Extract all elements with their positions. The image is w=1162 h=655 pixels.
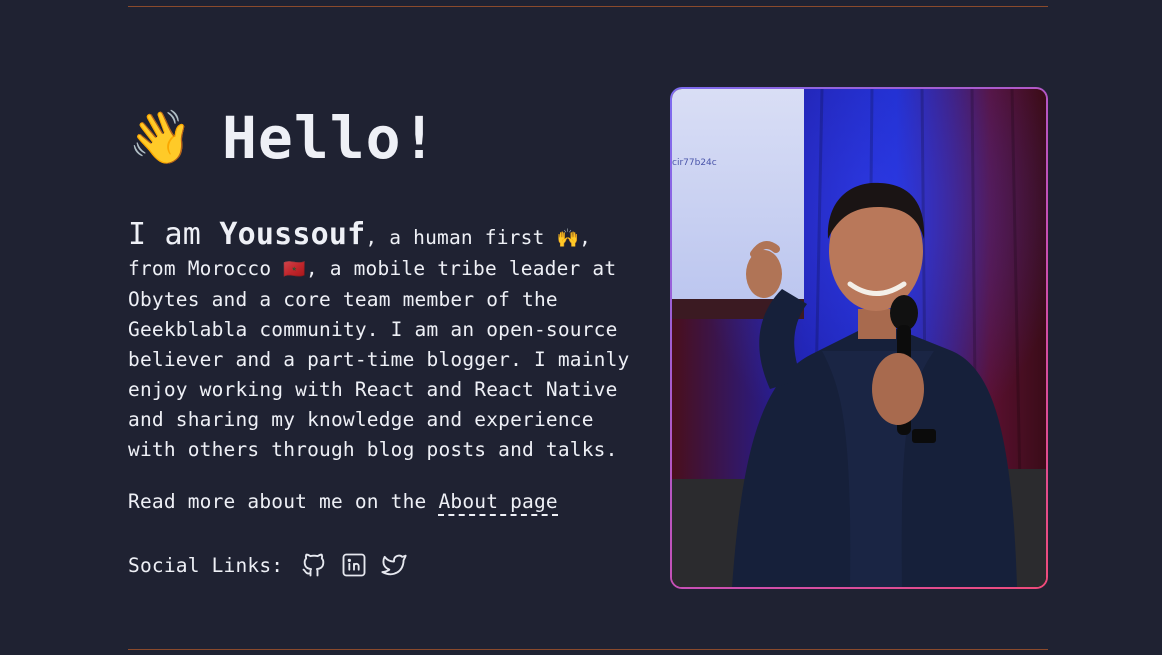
raising-hands-icon: 🙌 xyxy=(556,228,580,249)
bio-part-1: , a human first xyxy=(365,226,557,249)
twitter-icon[interactable] xyxy=(379,550,409,580)
read-more-line: Read more about me on the About page xyxy=(128,487,558,517)
morocco-flag-icon: 🇲🇦 xyxy=(283,259,306,280)
screen-text: cir77b24c xyxy=(672,158,717,168)
read-more-text: Read more about me on the xyxy=(128,490,439,513)
page: 👋 Hello! I am Youssouf, a human first 🙌,… xyxy=(0,0,1162,655)
profile-photo-frame: cir77b24c xyxy=(670,87,1048,589)
profile-photo: cir77b24c xyxy=(672,89,1046,587)
hello-heading: 👋 Hello! xyxy=(128,100,648,176)
bio-name: Youssouf xyxy=(219,217,366,252)
bio-part-3: , a mobile tribe leader at Obytes and a … xyxy=(128,257,630,461)
github-icon[interactable] xyxy=(299,550,329,580)
bio-paragraph: I am Youssouf, a human first 🙌, from Mor… xyxy=(128,220,648,465)
waving-hand-icon: 👋 xyxy=(128,108,193,168)
hello-title: Hello! xyxy=(222,104,438,172)
intro-section: 👋 Hello! I am Youssouf, a human first 🙌,… xyxy=(128,100,648,577)
linkedin-icon[interactable] xyxy=(339,550,369,580)
social-links-label: Social Links: xyxy=(128,553,284,577)
bottom-divider xyxy=(128,649,1048,650)
social-links: Social Links: xyxy=(128,550,409,580)
about-page-link[interactable]: About page xyxy=(438,490,558,516)
speaker-photo-illustration: cir77b24c xyxy=(672,89,1046,587)
bio-prefix: I am xyxy=(128,217,220,252)
top-divider xyxy=(128,6,1048,7)
